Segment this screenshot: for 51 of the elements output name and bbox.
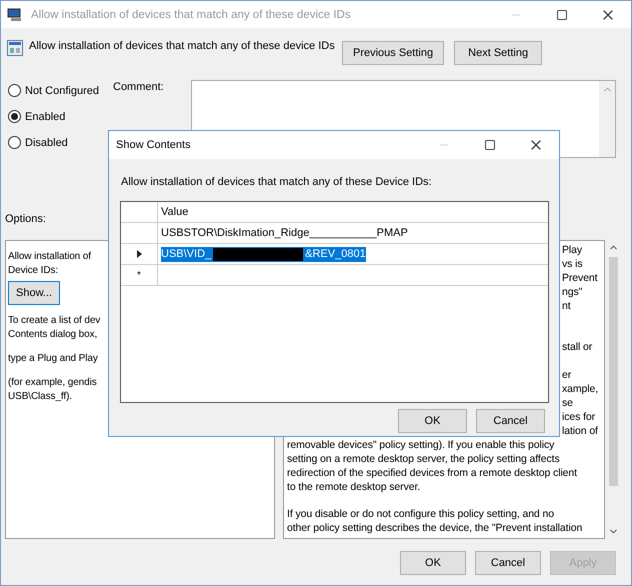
help-text: lation of (562, 424, 599, 439)
show-button[interactable]: Show... (8, 281, 60, 305)
cancel-button[interactable]: Cancel (476, 409, 545, 433)
options-text: type a Plug and Play (8, 352, 98, 366)
cancel-button[interactable]: Cancel (475, 551, 541, 575)
next-setting-button[interactable]: Next Setting (454, 41, 542, 65)
previous-setting-button[interactable]: Previous Setting (342, 41, 444, 65)
maximize-icon[interactable] (556, 8, 568, 20)
radio-button[interactable] (8, 84, 21, 97)
options-text: (for example, gendis (8, 376, 97, 390)
radio-button[interactable] (8, 136, 21, 149)
radio-label[interactable]: Enabled (25, 110, 66, 122)
options-text: USB\Class_ff). (8, 390, 73, 404)
radio-button[interactable] (8, 110, 21, 123)
ok-button[interactable]: OK (400, 551, 466, 575)
ok-button[interactable]: OK (398, 409, 467, 433)
help-text: redirection of the specified devices from a remote desktop client (287, 466, 578, 481)
dialog-prompt: Allow installation of devices that match any of these Device IDs: (121, 176, 433, 190)
scroll-thumb[interactable] (609, 257, 618, 486)
help-text: stall or (562, 341, 594, 355)
computer-icon (7, 8, 23, 22)
help-text: ngs" (562, 286, 584, 300)
radio-label[interactable]: Disabled (25, 136, 68, 148)
help-text: vs is (562, 258, 584, 272)
policy-icon (7, 40, 23, 56)
comment-label: Comment: (113, 80, 165, 95)
help-text: other policy setting describes the device, the "Prevent installation (287, 522, 584, 536)
help-text: xample, (562, 382, 600, 397)
help-text: setting on a remote desktop server, the policy setting affects (287, 452, 561, 467)
options-text: Contents dialog box, (8, 328, 98, 342)
options-text: Device IDs: (8, 264, 58, 278)
help-text: If you disable or do not configure this policy setting, and no (287, 508, 555, 522)
help-text: to the remote desktop server. (287, 480, 422, 495)
help-text: removable devices" policy setting). If you enable this policy (287, 438, 556, 453)
window-title: Allow installation of devices that match any of these device IDs (31, 8, 352, 20)
setting-title: Allow installation of devices that match any of these device IDs (29, 40, 336, 52)
help-text: se (562, 396, 574, 411)
help-text: nt (562, 300, 572, 314)
table-cell[interactable]: USB\VID_ &REV_0801 (161, 246, 366, 262)
table-cell[interactable]: USBSTOR\DiskImation_Ridge___________PMAP (161, 226, 408, 240)
help-text: er (562, 368, 572, 383)
help-text: Play (562, 244, 584, 258)
dialog-title: Show Contents (116, 139, 192, 151)
options-text: Allow installation of (8, 250, 91, 264)
options-text: To create a list of dev (8, 314, 100, 328)
help-text: ices for (562, 410, 596, 425)
column-header[interactable]: Value (158, 202, 548, 222)
options-label: Options: (5, 213, 47, 227)
help-text: Prevent (562, 272, 598, 286)
radio-label[interactable]: Not Configured (25, 84, 99, 96)
maximize-icon[interactable] (484, 139, 496, 151)
